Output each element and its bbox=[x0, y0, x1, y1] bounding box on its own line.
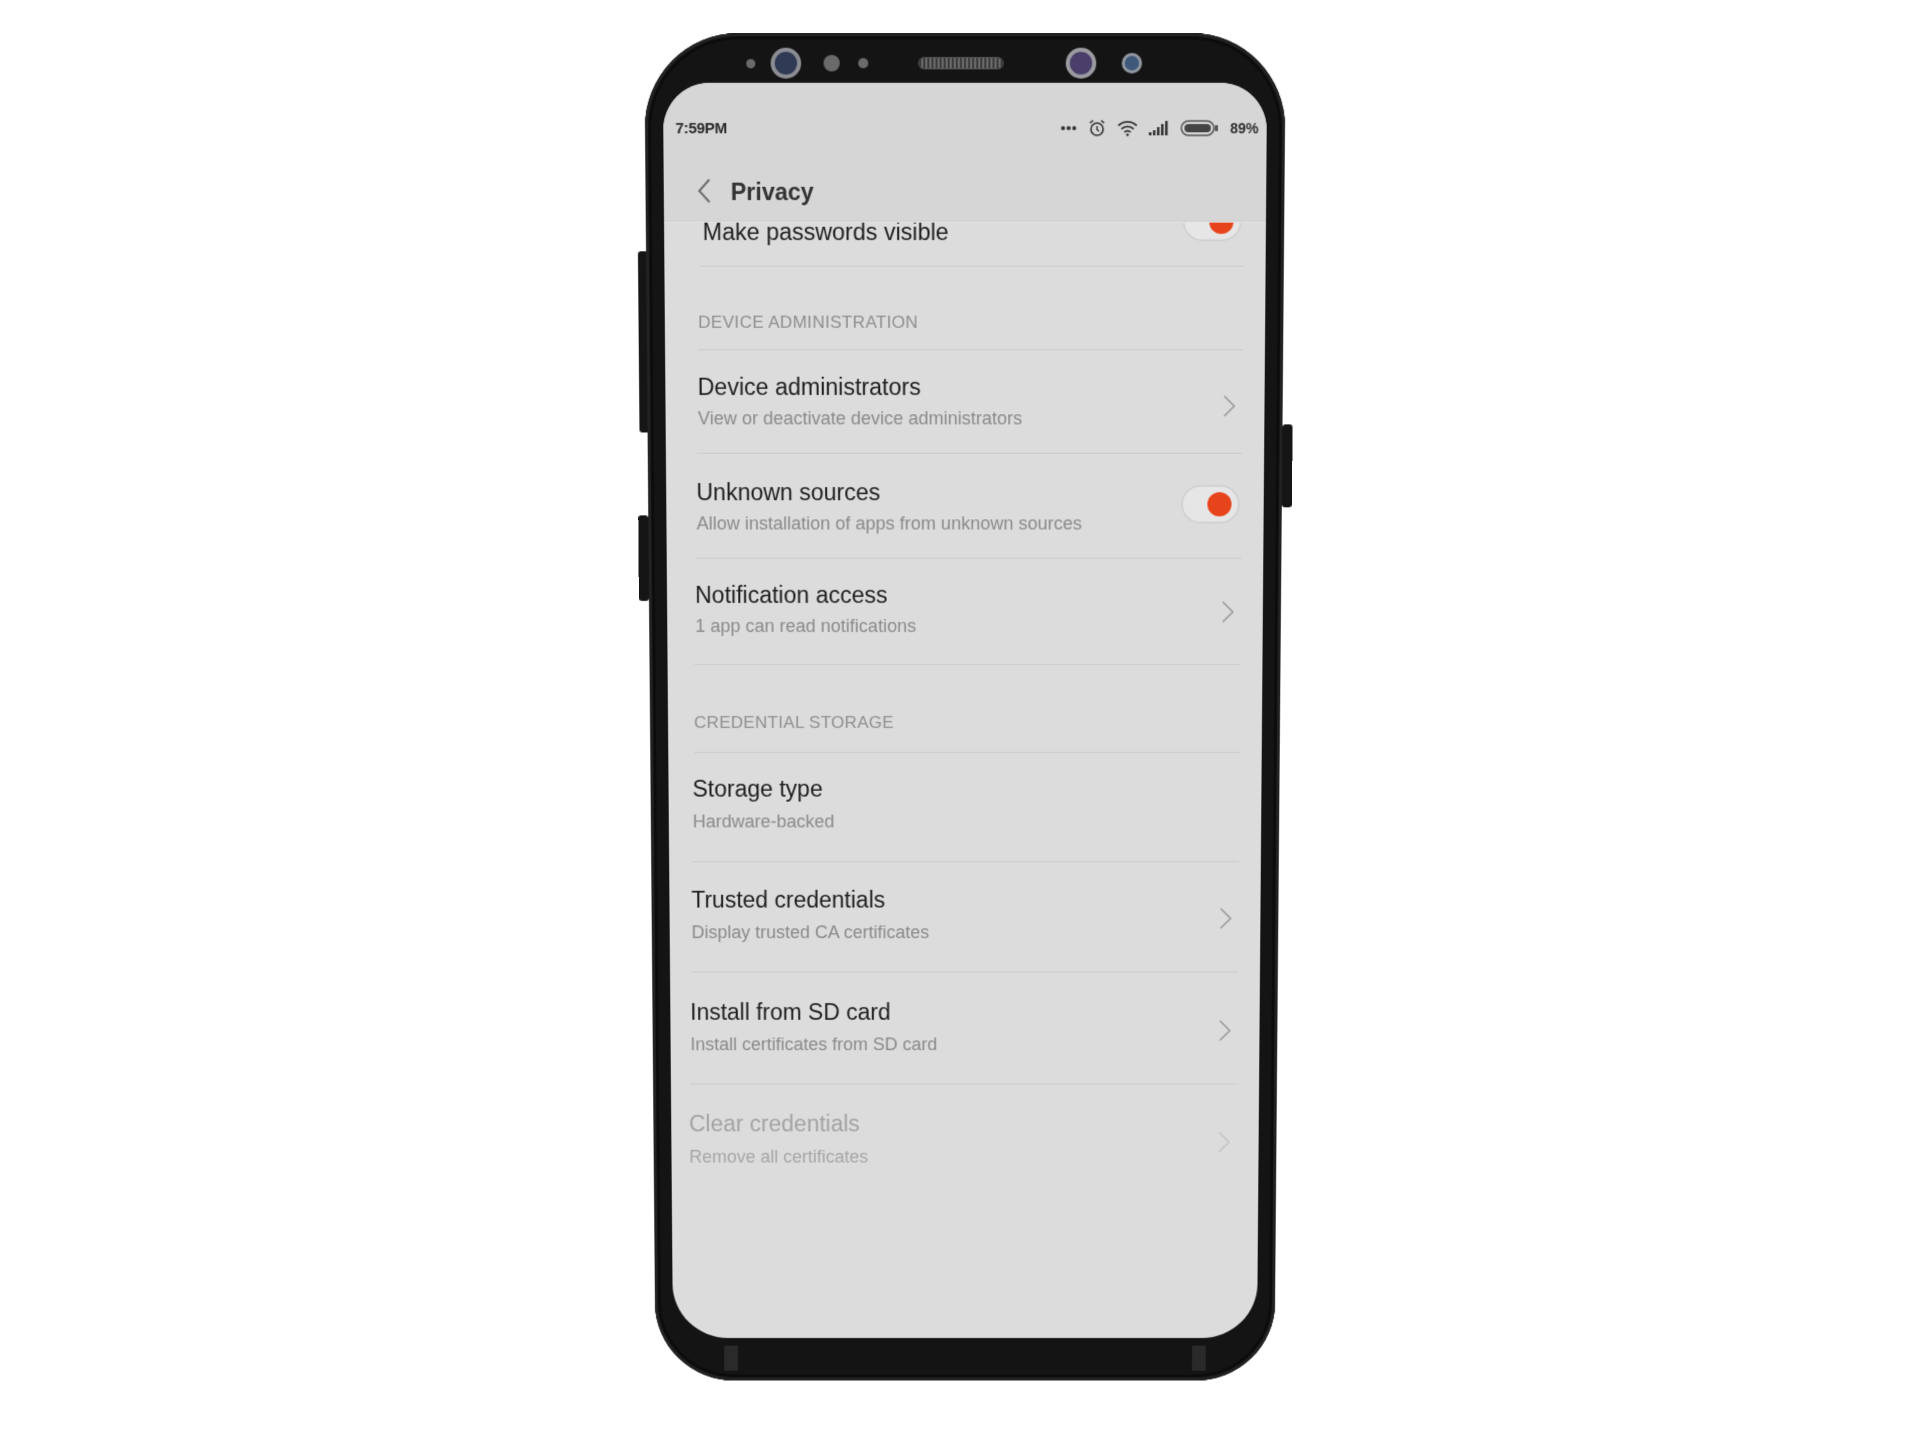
wifi-icon bbox=[1117, 120, 1137, 137]
bixby-button bbox=[638, 515, 649, 601]
section-header-device-administration: DEVICE ADMINISTRATION bbox=[698, 312, 919, 332]
light-sensor-icon bbox=[823, 54, 840, 72]
setting-clear-credentials: Clear credentials Remove all certificate… bbox=[689, 1105, 1239, 1189]
setting-subtitle: View or deactivate device administrators bbox=[697, 408, 1023, 429]
battery-icon bbox=[1180, 120, 1218, 136]
iris-camera-icon bbox=[774, 51, 798, 75]
battery-percent: 89% bbox=[1230, 119, 1259, 137]
setting-title: Device administrators bbox=[697, 373, 921, 401]
setting-device-administrators[interactable]: Device administrators View or deactivate… bbox=[697, 368, 1244, 449]
phone-device: 7:59PM 89% Privacy Make passwords visibl… bbox=[637, 33, 1293, 1381]
page-title: Privacy bbox=[730, 178, 814, 206]
setting-install-from-sd-card[interactable]: Install from SD card Install certificate… bbox=[690, 993, 1240, 1077]
divider bbox=[692, 861, 1239, 863]
alarm-icon bbox=[1088, 119, 1106, 138]
proximity-sensor-icon bbox=[746, 59, 756, 69]
unknown-sources-toggle[interactable] bbox=[1181, 485, 1240, 524]
setting-storage-type[interactable]: Storage type Hardware-backed bbox=[692, 770, 1241, 855]
status-bar: 7:59PM 89% bbox=[662, 82, 1268, 145]
settings-list: Make passwords visible DEVICE ADMINISTRA… bbox=[664, 202, 1266, 1338]
setting-subtitle: Remove all certificates bbox=[689, 1146, 869, 1167]
chevron-right-icon bbox=[1219, 907, 1233, 931]
setting-title: Trusted credentials bbox=[691, 886, 886, 913]
setting-subtitle: Allow installation of apps from unknown … bbox=[696, 513, 1082, 534]
setting-unknown-sources[interactable]: Unknown sources Allow installation of ap… bbox=[696, 473, 1244, 554]
antenna-band bbox=[724, 1345, 739, 1371]
divider bbox=[694, 751, 1240, 753]
divider bbox=[694, 664, 1241, 666]
setting-subtitle: 1 app can read notifications bbox=[695, 615, 917, 637]
setting-title: Unknown sources bbox=[696, 479, 881, 506]
chevron-right-icon bbox=[1218, 1019, 1232, 1043]
chevron-left-icon[interactable] bbox=[694, 178, 716, 205]
setting-title: Make passwords visible bbox=[702, 218, 949, 246]
stage: 7:59PM 89% Privacy Make passwords visibl… bbox=[0, 0, 1920, 1440]
chevron-right-icon bbox=[1217, 1130, 1231, 1153]
signal-icon bbox=[1148, 120, 1168, 136]
toggle-knob bbox=[1207, 492, 1232, 517]
more-dots-icon bbox=[1060, 126, 1077, 131]
setting-subtitle: Display trusted CA certificates bbox=[691, 922, 930, 943]
setting-title: Install from SD card bbox=[690, 999, 891, 1025]
iris-scanner-icon bbox=[1069, 51, 1093, 75]
status-time: 7:59PM bbox=[675, 119, 728, 138]
setting-title: Clear credentials bbox=[688, 1110, 860, 1137]
setting-subtitle: Hardware-backed bbox=[692, 811, 835, 832]
power-button bbox=[1281, 424, 1293, 508]
status-icons: 89% bbox=[1060, 117, 1259, 140]
setting-title: Storage type bbox=[692, 775, 823, 802]
setting-title: Notification access bbox=[695, 581, 888, 608]
screen: 7:59PM 89% Privacy Make passwords visibl… bbox=[662, 82, 1268, 1339]
divider bbox=[700, 265, 1244, 267]
divider bbox=[695, 557, 1242, 559]
app-header: Privacy bbox=[663, 144, 1267, 222]
setting-subtitle: Install certificates from SD card bbox=[690, 1034, 938, 1055]
front-camera-icon bbox=[1124, 55, 1140, 71]
chevron-right-icon bbox=[1222, 394, 1236, 418]
divider bbox=[698, 349, 1243, 351]
divider bbox=[689, 1083, 1238, 1085]
setting-notification-access[interactable]: Notification access 1 app can read notif… bbox=[695, 576, 1243, 656]
setting-trusted-credentials[interactable]: Trusted credentials Display trusted CA c… bbox=[691, 881, 1241, 966]
led-icon bbox=[858, 58, 869, 69]
antenna-band bbox=[1191, 1345, 1206, 1371]
section-header-credential-storage: CREDENTIAL STORAGE bbox=[693, 713, 895, 732]
chevron-right-icon bbox=[1221, 600, 1235, 624]
setting-make-passwords-visible[interactable]: Make passwords visible bbox=[698, 202, 1245, 261]
divider bbox=[697, 452, 1242, 454]
divider bbox=[690, 971, 1239, 973]
earpiece-speaker bbox=[919, 58, 1003, 69]
